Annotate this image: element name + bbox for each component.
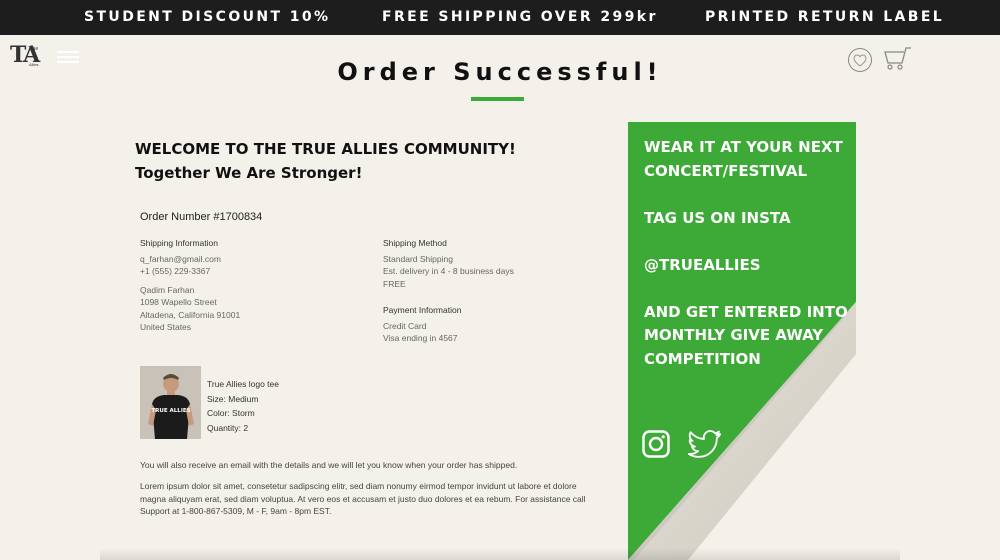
shipping-phone: +1 (555) 229-3367 bbox=[140, 266, 211, 276]
title-underline bbox=[471, 97, 524, 101]
promo-bar: STUDENT DISCOUNT 10% FREE SHIPPING OVER … bbox=[0, 0, 1000, 35]
email-note: You will also receive an email with the … bbox=[140, 460, 518, 470]
shipping-method: Shipping Method Standard Shipping Est. d… bbox=[383, 237, 514, 290]
welcome-heading: WELCOME TO THE TRUE ALLIES COMMUNITY! To… bbox=[135, 137, 516, 185]
shipping-method-heading: Shipping Method bbox=[383, 238, 447, 248]
welcome-line-2: Together We Are Stronger! bbox=[135, 164, 363, 182]
promo-student-discount: STUDENT DISCOUNT 10% bbox=[84, 9, 331, 25]
product-quantity: Quantity: 2 bbox=[207, 422, 249, 433]
product-name: True Allies logo tee bbox=[207, 379, 279, 389]
payment-method: Credit Card bbox=[383, 320, 427, 331]
payment-information: Payment Information Credit Card Visa end… bbox=[383, 304, 461, 345]
promo-free-shipping: FREE SHIPPING OVER 299kr bbox=[382, 9, 658, 25]
promo-line-handle: @TRUEALLIES bbox=[644, 255, 761, 274]
product-details: True Allies logo tee Size: Medium Color:… bbox=[207, 377, 279, 435]
shipping-info-heading: Shipping Information bbox=[140, 238, 218, 248]
assistance-note: Lorem ipsum dolor sit amet, consetetur s… bbox=[140, 481, 586, 516]
shipping-method-type: Standard Shipping bbox=[383, 253, 453, 264]
shipping-name: Qadim Farhan bbox=[140, 284, 195, 295]
card-bottom-shadow bbox=[100, 548, 900, 560]
order-number: Order Number #1700834 bbox=[140, 211, 263, 223]
payment-info-heading: Payment Information bbox=[383, 305, 462, 315]
twitter-icon[interactable] bbox=[687, 430, 722, 458]
shipping-email: q_farhan@gmail.com bbox=[140, 253, 221, 264]
promo-line-tag: TAG US ON INSTA bbox=[644, 208, 791, 227]
logo-small-top: True bbox=[28, 46, 39, 52]
product-shirt-print: TRUE ALLIES bbox=[151, 408, 190, 414]
promo-panel-text: WEAR IT AT YOUR NEXT CONCERT/FESTIVAL TA… bbox=[644, 136, 854, 395]
shipping-street: 1098 Wapello Street bbox=[140, 297, 217, 307]
welcome-line-1: WELCOME TO THE TRUE ALLIES COMMUNITY! bbox=[135, 140, 516, 158]
shipping-country: United States bbox=[140, 322, 192, 332]
promo-line-concert: WEAR IT AT YOUR NEXT CONCERT/FESTIVAL bbox=[644, 138, 843, 180]
instagram-icon[interactable] bbox=[642, 430, 670, 458]
promo-line-giveaway: AND GET ENTERED INTO MONTHLY GIVE AWAY C… bbox=[644, 302, 848, 368]
shipping-method-delivery: Est. delivery in 4 - 8 business days bbox=[383, 266, 514, 276]
page-title: Order Successful! bbox=[337, 58, 663, 86]
product-color: Color: Storm bbox=[207, 408, 255, 419]
promo-return-label: PRINTED RETURN LABEL bbox=[705, 9, 945, 25]
shipping-city: Altadena, California 91001 bbox=[140, 309, 241, 320]
product-image[interactable]: TRUE ALLIES bbox=[140, 366, 201, 439]
product-size: Size: Medium bbox=[207, 393, 259, 404]
shipping-method-cost: FREE bbox=[383, 278, 406, 289]
payment-detail: Visa ending in 4567 bbox=[383, 333, 458, 343]
shipping-information: Shipping Information q_farhan@gmail.com … bbox=[140, 237, 240, 334]
